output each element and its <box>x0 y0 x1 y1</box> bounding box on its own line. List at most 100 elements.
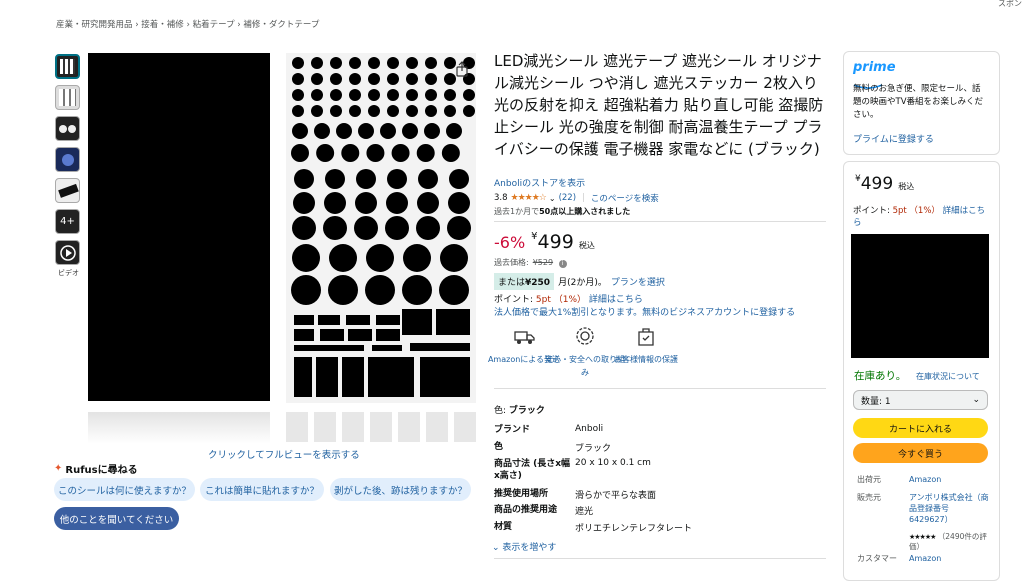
thumbnail-1[interactable] <box>55 54 80 79</box>
seller-stars-icon: ★★★★★ <box>909 533 936 541</box>
rating-value: 3.8 <box>494 193 508 203</box>
prime-logo: prime <box>853 60 896 75</box>
chevron-down-icon[interactable]: ⌄ <box>549 194 556 203</box>
chevron-down-icon: ⌄ <box>492 543 500 553</box>
color-value: ブラック <box>508 406 545 416</box>
points-value: 5pt （1%） <box>535 295 587 305</box>
rufus-heading: ✦ Rufusに尋ねる <box>54 461 138 476</box>
show-more-label: 表示を増やす <box>502 543 557 553</box>
divider <box>494 388 826 389</box>
buybox-points-value: 5pt （1%） <box>892 206 940 216</box>
spec-value: ブラック <box>575 444 612 454</box>
info-icon[interactable]: i <box>558 260 567 268</box>
thumbnail-6[interactable]: 4+ <box>55 209 80 234</box>
video-label: ビデオ <box>58 269 79 277</box>
spec-value: ポリエチレンテレフタレート <box>575 524 693 534</box>
truck-icon <box>513 325 535 347</box>
past-price: 過去価格: ¥529 i <box>494 257 567 268</box>
add-to-cart-button[interactable]: カートに入れる <box>853 418 988 438</box>
discount-percent: -6% <box>494 233 526 252</box>
business-account-link[interactable]: 法人価格で最大1%割引となります。無料のビジネスアカウントに登録する <box>494 305 795 318</box>
breadcrumb[interactable]: 産業・研究開発用品 › 接着・補修 › 粘着テープ › 補修・ダクトテープ <box>56 18 319 30</box>
store-link[interactable]: Anboliのストアを表示 <box>494 176 585 189</box>
points-row: ポイント: 5pt （1%） 詳細はこちら <box>494 292 643 305</box>
more-images-count: 4+ <box>60 216 75 227</box>
rufus-sparkle-icon: ✦ <box>54 463 63 474</box>
buybox-ad-image[interactable] <box>851 234 989 358</box>
safety-gear-icon <box>574 325 596 347</box>
rating-stars-icon[interactable]: ★★★★☆ <box>511 193 547 203</box>
spec-value: 滑らかで平らな表面 <box>575 491 657 501</box>
buy-now-button[interactable]: 今すぐ買う <box>853 443 988 463</box>
installment-period: 月(2か月)。 <box>558 278 607 288</box>
installment-prefix: または <box>498 278 526 288</box>
secure-bag-icon <box>635 325 657 347</box>
sponsored-label: スポン <box>998 0 1022 8</box>
sticker-dots-graphic <box>291 57 475 397</box>
bought-count: 過去1か月で50点以上購入されました <box>494 206 630 217</box>
video-thumbnail[interactable] <box>55 240 80 265</box>
shipper-label: 出荷元 <box>857 475 881 484</box>
installment-plan-link[interactable]: プランを選択 <box>611 275 665 288</box>
product-title: LED減光シール 遮光テープ 遮光シール オリジナル減光シール つや消し 遮光ス… <box>494 52 824 158</box>
seller-value[interactable]: アンボリ株式会社（商品登録番号 6429627） <box>909 492 989 525</box>
main-image-reflection <box>88 412 270 444</box>
rating-row: 3.8 ★★★★☆ ⌄ (22) | このページを検索 <box>494 192 659 204</box>
feature-privacy[interactable]: お客様情報の保護 <box>606 325 686 366</box>
stock-info-link[interactable]: 在庫状況について <box>916 371 980 382</box>
installment-amount: ¥250 <box>525 278 551 288</box>
past-price-value: ¥529 <box>532 258 554 267</box>
spec-value: Anboli <box>575 424 604 434</box>
bought-bold: 50点以上購入されました <box>539 207 631 216</box>
thumbnail-3[interactable] <box>55 116 80 141</box>
buybox-tax-label: 税込 <box>898 182 915 191</box>
bought-prefix: 過去1か月で <box>494 207 540 216</box>
spec-key: 色 <box>494 442 504 452</box>
customer-service-value[interactable]: Amazon <box>909 553 941 564</box>
share-icon[interactable] <box>454 61 470 77</box>
price-row: -6% ¥499 税込 <box>494 231 595 253</box>
prime-signup-link[interactable]: プライムに登録する <box>853 132 934 145</box>
divider <box>494 558 826 559</box>
rufus-ask-other-button[interactable]: 他のことを聞いてください <box>54 507 179 530</box>
spec-key: 推奨使用場所 <box>494 489 549 499</box>
price: ¥499 税込 <box>531 231 595 253</box>
color-selection: 色: ブラック <box>494 403 545 416</box>
points-label: ポイント: <box>494 295 536 305</box>
preview-reflection <box>286 412 476 442</box>
spec-value: 遮光 <box>575 507 594 517</box>
quantity-value: 数量: 1 <box>861 396 891 407</box>
rufus-question-2[interactable]: これは簡単に貼れますか？ <box>200 478 324 501</box>
divider <box>494 221 826 222</box>
buybox-price: ¥499 税込 <box>855 174 914 194</box>
price-value: 499 <box>537 231 574 253</box>
search-page-link[interactable]: このページを検索 <box>591 192 659 204</box>
spec-key: 商品の推奨用途 <box>494 505 558 515</box>
spec-key: 材質 <box>494 522 513 532</box>
thumbnail-2[interactable] <box>55 85 80 110</box>
points-detail-link[interactable]: 詳細はこちら <box>589 295 643 305</box>
spec-value: 20 x 10 x 0.1 cm <box>575 458 651 468</box>
buybox-points-label: ポイント: <box>853 206 893 216</box>
review-count-link[interactable]: (22) <box>559 193 576 203</box>
tax-label: 税込 <box>578 241 595 250</box>
thumbnail-5[interactable] <box>55 178 80 203</box>
shipper-value[interactable]: Amazon <box>909 474 941 485</box>
installment-row: または¥250 月(2か月)。 プランを選択 <box>494 273 665 290</box>
buybox-points: ポイント: 5pt （1%） 詳細はこちら <box>853 205 988 229</box>
fullview-link[interactable]: クリックしてフルビューを表示する <box>208 447 360 461</box>
product-sticker-sheet-image[interactable] <box>286 53 476 403</box>
quantity-select[interactable]: 数量: 1 ⌄ <box>853 390 988 410</box>
past-price-label: 過去価格: <box>494 258 529 267</box>
spec-key: ブランド <box>494 425 531 435</box>
color-label: 色: <box>494 406 507 416</box>
chevron-down-icon: ⌄ <box>972 395 980 405</box>
show-more-link[interactable]: ⌄ 表示を増やす <box>492 540 556 553</box>
customer-service-label: カスタマー <box>857 554 897 563</box>
stock-status: 在庫あり。 <box>854 370 907 382</box>
rufus-question-1[interactable]: このシールは何に使えますか？ <box>54 478 195 501</box>
rufus-question-3[interactable]: 剥がした後、跡は残りますか？ <box>330 478 471 501</box>
main-product-image[interactable] <box>88 53 270 401</box>
thumbnail-4[interactable] <box>55 147 80 172</box>
seller-label: 販売元 <box>857 493 881 502</box>
